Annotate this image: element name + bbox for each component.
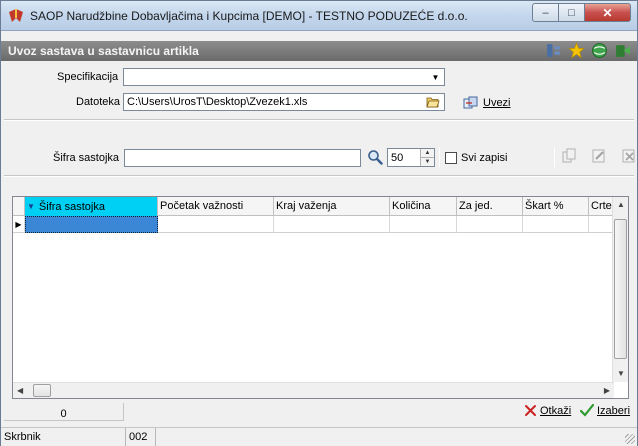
checkmark-icon bbox=[580, 404, 594, 417]
table-cell[interactable] bbox=[274, 216, 390, 233]
column-header-kraj[interactable]: Kraj važenja bbox=[274, 197, 390, 216]
scroll-up-icon[interactable]: ▲ bbox=[617, 200, 625, 209]
sifra-sastojka-label: Šifra sastojka bbox=[53, 152, 120, 164]
title-bar[interactable]: SAOP Narudžbine Dobavljačima i Kupcima [… bbox=[1, 1, 637, 31]
column-header-sifra[interactable]: ▼ Šifra sastojka bbox=[25, 197, 158, 216]
exit-icon[interactable] bbox=[614, 42, 631, 59]
app-logo-icon bbox=[9, 9, 23, 22]
form-title: Uvoz sastava u sastavnicu artikla bbox=[8, 44, 199, 58]
window-controls: – □ ✕ bbox=[532, 3, 631, 22]
minimize-button[interactable]: – bbox=[532, 3, 559, 22]
select-label: Izaberi bbox=[597, 404, 631, 417]
chevron-down-icon[interactable]: ▼ bbox=[428, 70, 443, 84]
scroll-down-icon[interactable]: ▼ bbox=[617, 369, 625, 378]
current-row-icon: ▶ bbox=[13, 216, 25, 233]
select-button[interactable]: Izaberi bbox=[580, 404, 630, 417]
status-user: Skrbnik bbox=[1, 428, 126, 446]
data-grid[interactable]: ▼ Šifra sastojka Početak važnosti Kraj v… bbox=[12, 196, 629, 399]
folder-open-icon[interactable] bbox=[426, 96, 440, 108]
specifikacija-label: Specifikacija bbox=[57, 71, 119, 83]
scroll-left-icon[interactable]: ◀ bbox=[17, 386, 23, 395]
grid-header: ▼ Šifra sastojka Početak važnosti Kraj v… bbox=[13, 197, 614, 216]
globe-icon[interactable] bbox=[591, 42, 608, 59]
record-toolbar bbox=[561, 148, 637, 164]
scroll-thumb[interactable] bbox=[614, 219, 627, 359]
vertical-scrollbar[interactable]: ▲ ▼ bbox=[612, 197, 628, 382]
table-cell[interactable] bbox=[390, 216, 457, 233]
stepper-up-icon[interactable]: ▲ bbox=[421, 149, 434, 157]
column-header-pocetak[interactable]: Početak važnosti bbox=[158, 197, 274, 216]
status-bar: Skrbnik 002 bbox=[1, 427, 637, 446]
column-header-crte[interactable]: Crte: bbox=[589, 197, 614, 216]
datoteka-value: C:\Users\UrosT\Desktop\Zvezek1.xls bbox=[127, 96, 308, 108]
table-cell[interactable] bbox=[158, 216, 274, 233]
table-cell[interactable] bbox=[523, 216, 589, 233]
datoteka-field[interactable]: C:\Users\UrosT\Desktop\Zvezek1.xls bbox=[123, 93, 445, 111]
table-cell[interactable] bbox=[25, 216, 158, 233]
status-code: 002 bbox=[126, 428, 156, 446]
scroll-thumb[interactable] bbox=[33, 384, 51, 397]
horizontal-scrollbar[interactable]: ◀ ▶ bbox=[13, 382, 614, 398]
divider bbox=[4, 119, 634, 121]
divider bbox=[4, 175, 634, 177]
form-header: Uvoz sastava u sastavnicu artikla bbox=[1, 41, 637, 61]
row-indicator-header bbox=[13, 197, 25, 216]
delete-icon[interactable] bbox=[621, 148, 637, 164]
page-size-value: 50 bbox=[391, 152, 404, 164]
page-size-stepper[interactable]: 50 ▲ ▼ bbox=[387, 148, 435, 167]
toolbar-separator bbox=[554, 147, 555, 167]
column-header-skart[interactable]: Škart % bbox=[523, 197, 589, 216]
close-icon bbox=[525, 405, 536, 416]
star-icon[interactable] bbox=[568, 42, 585, 59]
specifikacija-combo[interactable]: ▼ bbox=[123, 68, 445, 86]
datoteka-label: Datoteka bbox=[76, 96, 121, 108]
copy-icon[interactable] bbox=[561, 148, 577, 164]
sifra-sastojka-input[interactable] bbox=[124, 149, 361, 167]
cancel-label: Otkaži bbox=[540, 404, 572, 417]
table-row[interactable]: ▶ bbox=[13, 216, 614, 233]
header-toolbar bbox=[545, 42, 631, 59]
sort-desc-icon: ▼ bbox=[27, 202, 35, 211]
import-icon bbox=[463, 96, 478, 109]
svi-zapisi-checkbox[interactable] bbox=[445, 152, 457, 164]
cancel-button[interactable]: Otkaži bbox=[524, 404, 571, 417]
hierarchy-icon[interactable] bbox=[545, 42, 562, 59]
toolbar-separator bbox=[439, 147, 440, 167]
column-header-kolicina[interactable]: Količina bbox=[390, 197, 457, 216]
scroll-right-icon[interactable]: ▶ bbox=[604, 386, 610, 395]
uvezi-label: Uvezi bbox=[483, 97, 511, 109]
record-count: 0 bbox=[4, 403, 124, 421]
table-cell[interactable] bbox=[457, 216, 523, 233]
uvezi-button[interactable]: Uvezi bbox=[463, 96, 511, 110]
edit-icon[interactable] bbox=[591, 148, 607, 164]
table-cell[interactable] bbox=[589, 216, 614, 233]
stepper-down-icon[interactable]: ▼ bbox=[421, 157, 434, 166]
search-icon[interactable] bbox=[367, 149, 383, 165]
svi-zapisi-label: Svi zapisi bbox=[461, 152, 508, 164]
maximize-button[interactable]: □ bbox=[559, 3, 585, 22]
resize-grip-icon[interactable] bbox=[625, 434, 635, 444]
close-button[interactable]: ✕ bbox=[585, 3, 631, 22]
window-title: SAOP Narudžbine Dobavljačima i Kupcima [… bbox=[30, 9, 468, 23]
app-window: SAOP Narudžbine Dobavljačima i Kupcima [… bbox=[0, 0, 638, 446]
column-header-za-jed[interactable]: Za jed. bbox=[457, 197, 523, 216]
